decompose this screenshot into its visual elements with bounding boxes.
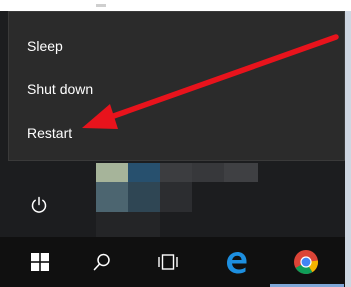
desktop-edge xyxy=(345,11,351,287)
tile[interactable] xyxy=(160,163,192,182)
chrome-button[interactable] xyxy=(282,237,330,287)
power-options-menu: Sleep Shut down Restart xyxy=(8,11,345,161)
task-view-button[interactable] xyxy=(144,237,192,287)
tile[interactable] xyxy=(96,163,128,182)
tile[interactable] xyxy=(160,182,192,212)
top-divider xyxy=(96,4,106,7)
chrome-browser-icon xyxy=(294,250,318,275)
tile[interactable] xyxy=(224,163,258,182)
power-icon xyxy=(31,196,47,213)
tile[interactable] xyxy=(128,182,160,212)
tile[interactable] xyxy=(96,212,160,237)
top-strip xyxy=(0,0,351,11)
task-view-icon xyxy=(158,254,178,270)
sleep-option[interactable]: Sleep xyxy=(27,31,63,61)
shut-down-option[interactable]: Shut down xyxy=(27,74,93,104)
edge-browser-icon xyxy=(227,252,247,274)
tile[interactable] xyxy=(96,182,128,212)
search-button[interactable] xyxy=(78,237,126,287)
windows-logo-icon xyxy=(31,253,49,271)
power-button[interactable] xyxy=(18,188,62,224)
start-button[interactable] xyxy=(16,237,64,287)
restart-option[interactable]: Restart xyxy=(27,118,72,148)
start-menu-left-rail xyxy=(0,11,8,237)
edge-button[interactable] xyxy=(212,237,260,287)
tile[interactable] xyxy=(128,163,160,182)
search-icon xyxy=(93,253,110,271)
taskbar xyxy=(0,237,351,287)
tile[interactable] xyxy=(192,163,224,182)
